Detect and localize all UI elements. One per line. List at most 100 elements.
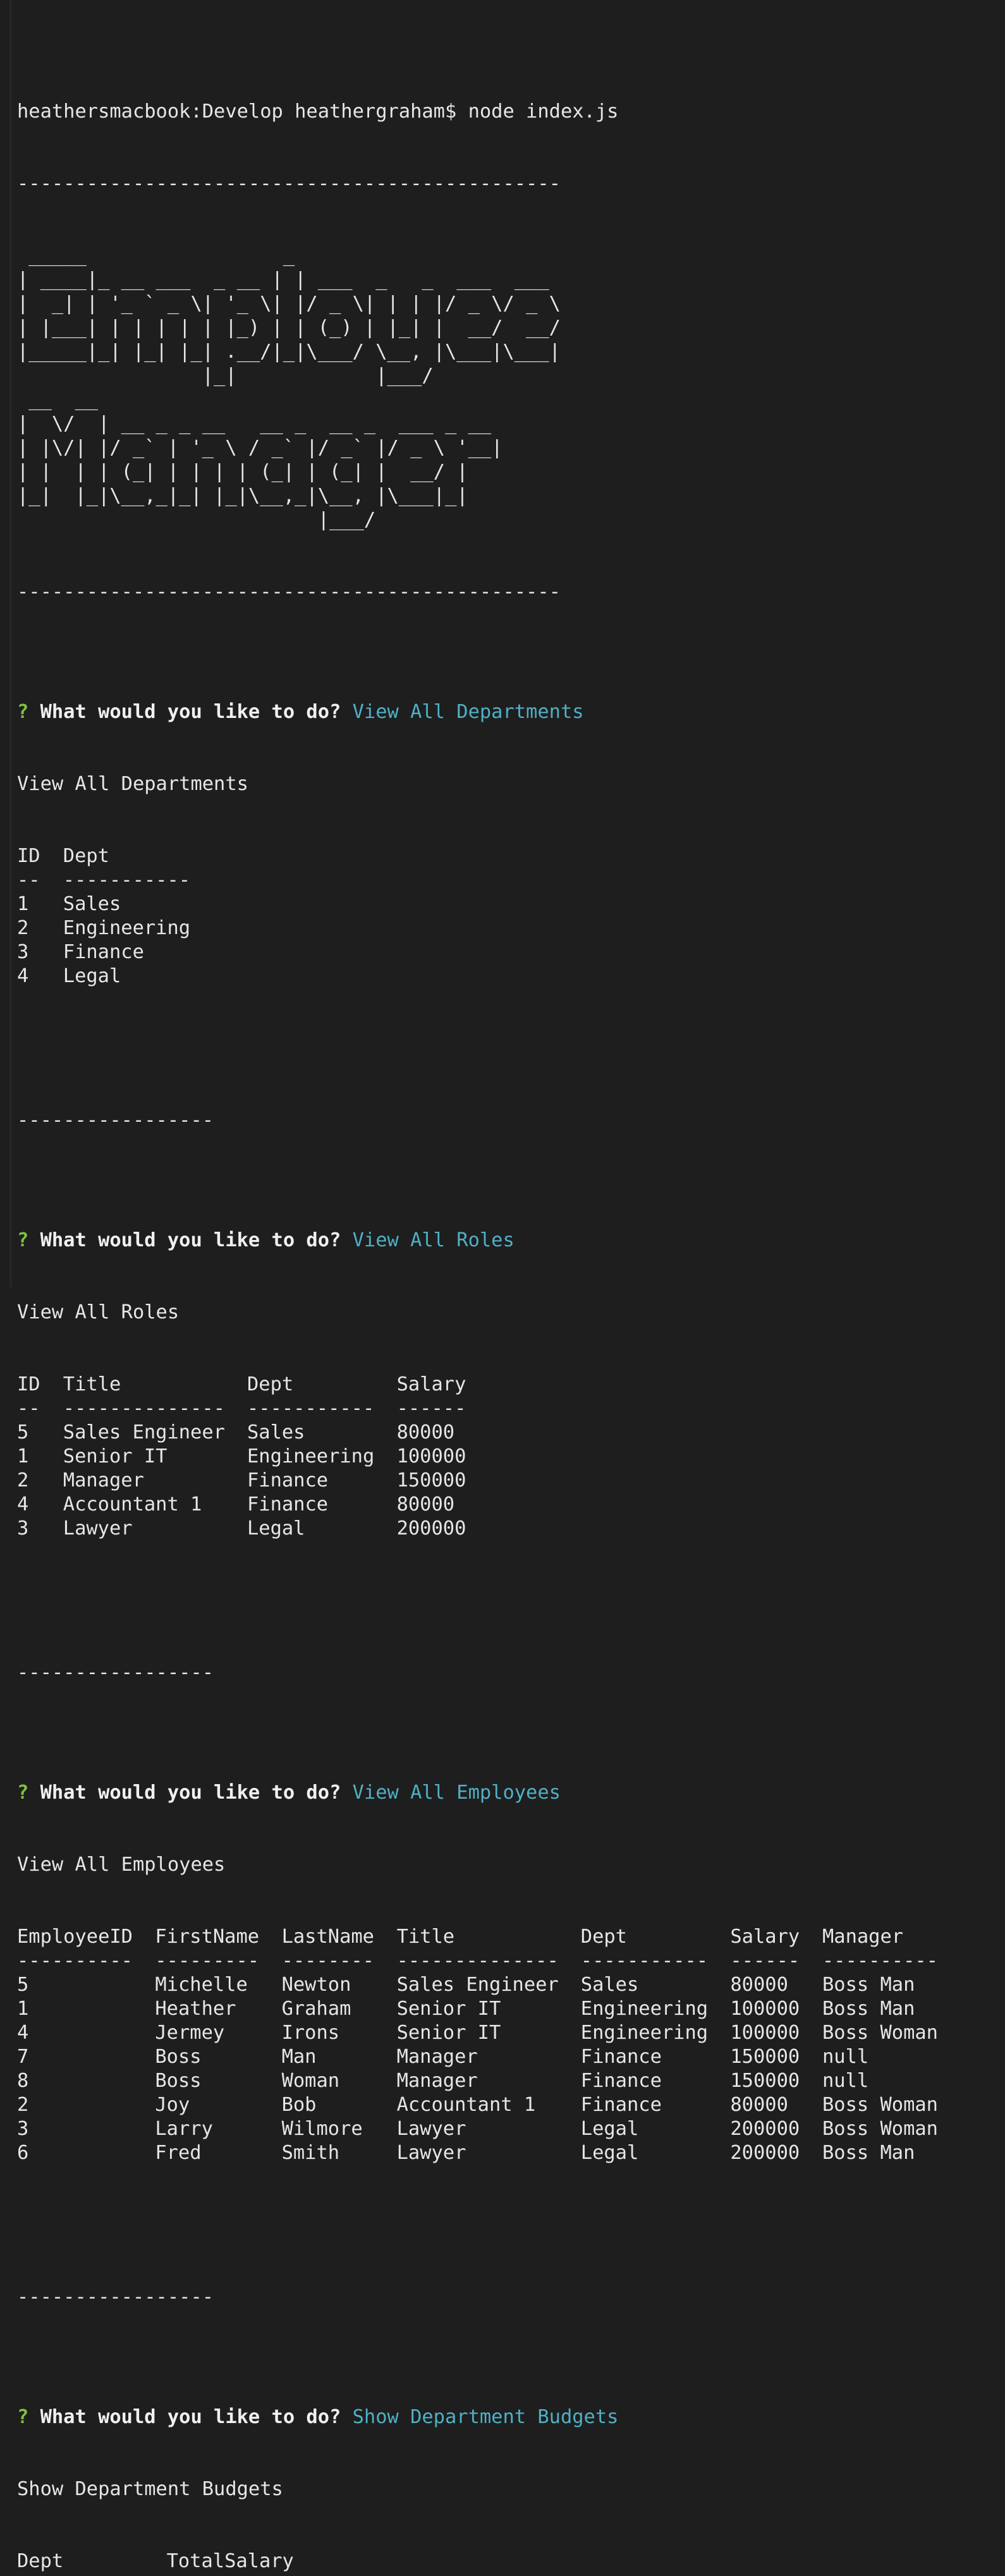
table-row-cell: 80000 xyxy=(396,1421,455,1443)
roles-table: ID Title Dept Salary -- -------------- -------… xyxy=(17,1373,1002,1541)
prompt-marker: ? xyxy=(17,2406,29,2428)
table-row-cell: Wilmore xyxy=(281,2118,363,2140)
table-row-cell: Joy xyxy=(155,2094,190,2116)
table-row-cell: Sales xyxy=(580,1974,639,1996)
table-row-cell: Legal xyxy=(247,1517,305,1540)
banner-ascii-art: _____ _ | ____|_ __ ___ _ __ | | ___ _ _… xyxy=(17,245,561,531)
table-row-cell: Smith xyxy=(281,2142,340,2164)
table-header-row-cell: Dept xyxy=(63,845,109,867)
departments-table: ID Dept -- ----------- 1 Sales 2 Engineering 3 Fi… xyxy=(17,844,1002,988)
table-header-row: EmployeeID FirstName LastName Title Dept Sala… xyxy=(17,1925,1002,1949)
table-underline-row: ---------- --------- -------- -------------… xyxy=(17,1949,1002,1973)
table-row-cell: 5 xyxy=(17,1421,29,1443)
table-row: 7 Boss Man Manager Finance 150000 null xyxy=(17,2045,1002,2069)
echo-departments: View All Departments xyxy=(17,773,248,795)
table-header-row-cell: TotalSalary xyxy=(166,2550,294,2572)
table-row-cell: 80000 xyxy=(396,1493,455,1516)
table-row: 5 Sales Engineer Sales 80000 xyxy=(17,1421,1002,1445)
table-row-cell: 4 xyxy=(17,2022,29,2044)
table-row-cell: Boss Man xyxy=(822,1974,915,1996)
prompt-answer: Show Department Budgets xyxy=(352,2406,619,2428)
table-row-cell: 150000 xyxy=(730,2070,800,2092)
table-row-cell: Larry xyxy=(155,2118,213,2140)
table-row-cell: 100000 xyxy=(730,2022,800,2044)
table-row-cell: 4 xyxy=(17,1493,29,1516)
table-row-cell: null xyxy=(822,2070,869,2092)
table-row-cell: 4 xyxy=(17,965,29,987)
table-row-cell: Lawyer xyxy=(63,1517,133,1540)
prompt-line-departments: ? What would you like to do? View All De… xyxy=(17,700,1002,724)
table-underline-row-cell: -------------- xyxy=(63,1397,225,1419)
table-row: 1 Heather Graham Senior IT Engineering 100000… xyxy=(17,1997,1002,2021)
table-row-cell: Finance xyxy=(247,1469,329,1492)
table-underline-row: -- ----------- xyxy=(17,868,1002,892)
table-row-cell: null xyxy=(822,2046,869,2068)
table-row: 2 Joy Bob Accountant 1 Finance 80000 Boss Woma… xyxy=(17,2093,1002,2117)
table-header-row: ID Dept xyxy=(17,844,1002,868)
terminal-window: heathersmacbook:Develop heathergraham$ n… xyxy=(10,0,1002,2572)
table-row-cell: 1 xyxy=(17,893,29,915)
table-underline-row-cell: ----------- xyxy=(247,1397,375,1419)
table-row: 5 Michelle Newton Sales Engineer Sales 80000 B… xyxy=(17,1973,1002,1997)
table-row-cell: Heather xyxy=(155,1998,236,2020)
table-row-cell: Boss xyxy=(155,2070,202,2092)
table-row-cell: Lawyer xyxy=(396,2142,466,2164)
table-row-cell: Engineering xyxy=(247,1445,375,1467)
echo-roles: View All Roles xyxy=(17,1301,180,1323)
table-row-cell: Legal xyxy=(580,2142,639,2164)
table-row-cell: Irons xyxy=(281,2022,340,2044)
table-row-cell: Finance xyxy=(63,941,144,963)
echo-budgets: Show Department Budgets xyxy=(17,2478,283,2500)
table-row-cell: Manager xyxy=(396,2070,478,2092)
table-row: 3 Larry Wilmore Lawyer Legal 200000 Boss Woman xyxy=(17,2117,1002,2141)
table-row-cell: Senior IT xyxy=(396,1998,501,2020)
table-row-cell: Boss Man xyxy=(822,2142,915,2164)
table-header-row: Dept TotalSalary xyxy=(17,2549,1002,2573)
table-row-cell: Manager xyxy=(396,2046,478,2068)
table-row-cell: Finance xyxy=(580,2046,662,2068)
prompt-answer: View All Employees xyxy=(352,1782,561,1804)
table-row-cell: 7 xyxy=(17,2046,29,2068)
table-row-cell: Newton xyxy=(281,1974,351,1996)
banner-separator-bottom: ----------------------------------------… xyxy=(17,581,561,603)
table-row-cell: Legal xyxy=(63,965,121,987)
table-row-cell: Engineering xyxy=(580,1998,709,2020)
table-header-row-cell: Title xyxy=(396,1926,455,1948)
table-row-cell: 8 xyxy=(17,2070,29,2092)
table-row-cell: 2 xyxy=(17,2094,29,2116)
table-row-cell: Lawyer xyxy=(396,2118,466,2140)
table-row: 6 Fred Smith Lawyer Legal 200000 Boss Man xyxy=(17,2141,1002,2165)
table-underline-row-cell: -- xyxy=(17,869,40,891)
table-row-cell: 2 xyxy=(17,1469,29,1492)
table-header-row-cell: Manager xyxy=(822,1926,904,1948)
prompt-line-roles: ? What would you like to do? View All Ro… xyxy=(17,1229,1002,1253)
prompt-line-employees: ? What would you like to do? View All Em… xyxy=(17,1781,1002,1805)
prompt-answer: View All Departments xyxy=(352,701,584,723)
echo-employees: View All Employees xyxy=(17,1854,226,1876)
prompt-question: What would you like to do? xyxy=(40,701,341,723)
table-header-row-cell: Dept xyxy=(247,1373,294,1395)
table-row-cell: 200000 xyxy=(730,2118,800,2140)
table-row-cell: 1 xyxy=(17,1998,29,2020)
table-header-row-cell: EmployeeID xyxy=(17,1926,133,1948)
table-row-cell: 200000 xyxy=(396,1517,466,1540)
table-row-cell: Michelle xyxy=(155,1974,248,1996)
table-header-row-cell: Title xyxy=(63,1373,121,1395)
table-row-cell: 100000 xyxy=(730,1998,800,2020)
table-underline-row-cell: -- xyxy=(17,1397,40,1419)
separator: ----------------- xyxy=(17,2286,214,2308)
table-row-cell: Boss Woman xyxy=(822,2094,938,2116)
table-row-cell: Bob xyxy=(281,2094,317,2116)
table-row-cell: 100000 xyxy=(396,1445,466,1467)
table-underline-row-cell: -------- xyxy=(281,1950,374,1972)
table-header-row-cell: ID xyxy=(17,1373,40,1395)
prompt-answer: View All Roles xyxy=(352,1229,515,1251)
table-row-cell: 3 xyxy=(17,1517,29,1540)
separator: ----------------- xyxy=(17,1662,214,1684)
table-row-cell: Accountant 1 xyxy=(63,1493,202,1516)
table-row-cell: 2 xyxy=(17,917,29,939)
table-row-cell: Woman xyxy=(281,2070,340,2092)
table-row-cell: Boss Woman xyxy=(822,2118,938,2140)
